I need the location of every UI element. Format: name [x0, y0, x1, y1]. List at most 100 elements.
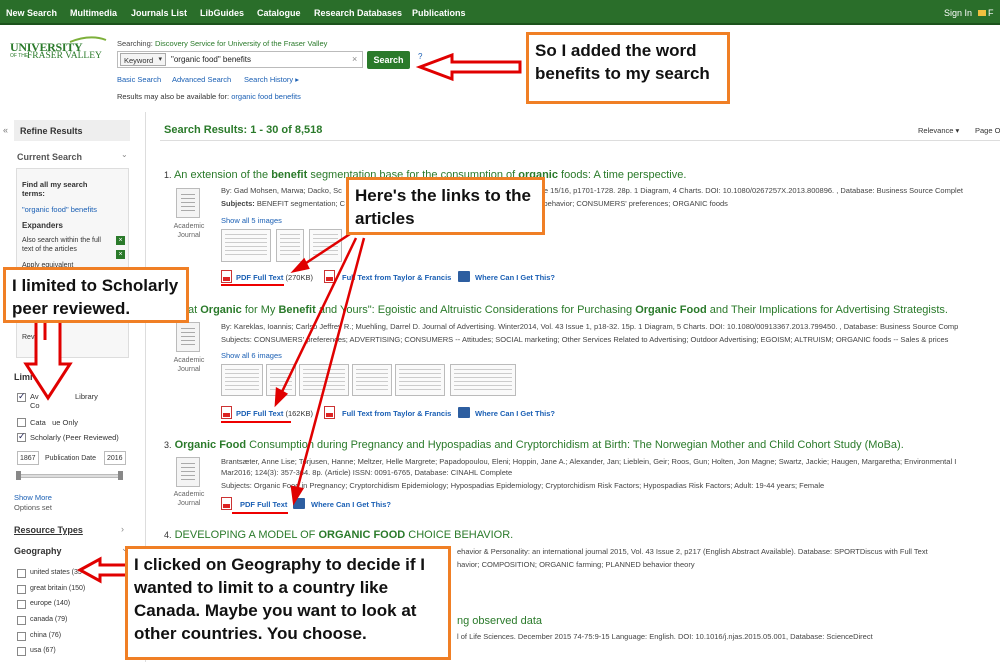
result-1-pdf-link[interactable]: PDF Full Text (270KB) — [236, 273, 313, 282]
geo-checkbox-great-britain[interactable] — [17, 585, 26, 594]
article-image-thumbnail[interactable] — [276, 229, 304, 262]
result-5-meta: l of Life Sciences. December 2015 74-75:… — [457, 632, 873, 641]
result-1-authors: By: Gad Mohsen, Marwa; Dacko, Sc — [221, 186, 342, 195]
search-history-link[interactable]: Search History ▸ — [244, 75, 299, 84]
page-options-dropdown[interactable]: Page O — [975, 126, 1000, 135]
geo-checkbox-usa[interactable] — [17, 647, 26, 656]
article-image-thumbnail[interactable] — [221, 364, 263, 396]
article-image-thumbnail[interactable] — [299, 364, 349, 396]
current-search-term[interactable]: "organic food" benefits — [22, 205, 97, 214]
logo-line-of: OF THE — [10, 53, 29, 59]
where-can-i-get-icon[interactable] — [458, 271, 470, 282]
clear-search-icon[interactable]: × — [352, 54, 357, 64]
geo-checkbox-canada[interactable] — [17, 616, 26, 625]
basic-search-link[interactable]: Basic Search — [117, 75, 161, 84]
pdf-icon[interactable] — [221, 270, 232, 283]
options-set-link[interactable]: Options set — [14, 503, 52, 512]
journal-icon[interactable] — [176, 188, 200, 218]
sign-in-link[interactable]: Sign In — [944, 8, 972, 18]
journal-icon[interactable] — [176, 322, 200, 352]
article-image-thumbnail[interactable] — [450, 364, 516, 396]
where-can-i-get-icon[interactable] — [293, 498, 305, 509]
result-3-subjects: Subjects: Organic Food in Pregnancy; Cry… — [221, 481, 825, 490]
remove-expander-icon[interactable]: × — [116, 236, 125, 245]
limit-available-label: Av — [30, 392, 39, 401]
limit-collection-label: Co — [30, 401, 40, 410]
nav-multimedia[interactable]: Multimedia — [70, 8, 117, 18]
result-2-fulltext-link[interactable]: Full Text from Taylor & Francis — [342, 409, 451, 418]
result-3-authors-2: Mar2016; 124(3): 357-364. 8p. (Article) … — [221, 468, 513, 477]
full-text-checkbox[interactable] — [17, 391, 26, 402]
chevron-right-icon[interactable]: › — [121, 524, 124, 534]
result-4-title[interactable]: 4. DEVELOPING A MODEL OF ORGANIC FOOD CH… — [164, 529, 513, 541]
resource-types-title[interactable]: Resource Types — [14, 525, 83, 535]
pdf-icon[interactable] — [221, 497, 232, 510]
pdf-icon[interactable] — [324, 270, 335, 283]
result-3-pdf-link[interactable]: PDF Full Text — [240, 500, 287, 509]
result-3-title[interactable]: 3. Organic Food Consumption during Pregn… — [164, 439, 904, 451]
pdf-icon[interactable] — [221, 406, 232, 419]
result-1-meta: sue 15/16, p1701-1728. 28p. 1 Diagram, 4… — [536, 186, 963, 195]
show-all-images-link[interactable]: Show all 5 images — [221, 216, 282, 225]
remove-expander-icon[interactable]: × — [116, 250, 125, 259]
nav-publications[interactable]: Publications — [412, 8, 466, 18]
nav-catalogue[interactable]: Catalogue — [257, 8, 301, 18]
find-all-label: Find all my search terms: — [22, 180, 88, 198]
result-1-subjects: Subjects: BENEFIT segmentation; C — [221, 199, 346, 208]
limit-to-title[interactable]: Limi — [14, 372, 33, 382]
result-5-title[interactable]: ng observed data — [457, 615, 542, 627]
geo-checkbox-china[interactable] — [17, 632, 26, 641]
advanced-search-link[interactable]: Advanced Search — [172, 75, 231, 84]
article-image-thumbnail[interactable] — [309, 229, 342, 262]
slider-handle-left[interactable] — [16, 471, 21, 480]
geography-title[interactable]: Geography — [14, 546, 62, 556]
university-logo[interactable]: UNIVERSITY OF THE FRASER VALLEY — [10, 34, 110, 74]
article-image-thumbnail[interactable] — [352, 364, 392, 396]
catalogue-only-checkbox[interactable] — [17, 418, 26, 427]
also-available-link[interactable]: organic food benefits — [231, 92, 301, 101]
geo-label-china: china (76) — [30, 632, 62, 639]
slider-handle-right[interactable] — [118, 471, 123, 480]
search-button[interactable]: Search — [367, 51, 410, 69]
geo-label-usa: usa (67) — [30, 647, 56, 654]
help-icon[interactable]: ? — [418, 52, 422, 61]
searching-source[interactable]: Discovery Service for University of the … — [155, 39, 327, 48]
nav-new-search[interactable]: New Search — [6, 8, 57, 18]
result-type-label: Academic Journal — [173, 357, 205, 373]
pdf-icon[interactable] — [324, 406, 335, 419]
pub-date-slider[interactable] — [17, 474, 123, 478]
result-3-where-link[interactable]: Where Can I Get This? — [311, 500, 391, 509]
result-1-where-link[interactable]: Where Can I Get This? — [475, 273, 555, 282]
revise-fragment[interactable]: Revi — [22, 334, 36, 341]
callout-geography: I clicked on Geography to decide if I wa… — [125, 546, 451, 660]
result-2-where-link[interactable]: Where Can I Get This? — [475, 409, 555, 418]
search-input[interactable]: "organic food" benefits — [171, 55, 251, 64]
folder-link[interactable]: F — [978, 8, 994, 18]
show-all-images-link[interactable]: Show all 6 images — [221, 351, 282, 360]
pub-date-to-input[interactable]: 2016 — [104, 451, 126, 465]
annotation-underline — [221, 284, 284, 286]
result-1-fulltext-link[interactable]: Full Text from Taylor & Francis — [342, 273, 451, 282]
chevron-down-icon[interactable]: ⌄ — [121, 150, 128, 159]
geo-checkbox-united-states[interactable] — [17, 569, 26, 578]
scholarly-checkbox[interactable] — [17, 431, 26, 442]
nav-libguides[interactable]: LibGuides — [200, 8, 244, 18]
geo-label-europe: europe (140) — [30, 600, 71, 607]
current-search-title[interactable]: Current Search — [17, 152, 82, 162]
article-image-thumbnail[interactable] — [221, 229, 271, 262]
limit-library-label: Library — [75, 392, 98, 401]
field-select[interactable]: Keyword ▾ — [120, 53, 166, 66]
nav-research-databases[interactable]: Research Databases — [314, 8, 402, 18]
sort-relevance-dropdown[interactable]: Relevance ▾ — [918, 126, 959, 135]
journal-icon[interactable] — [176, 457, 200, 487]
article-image-thumbnail[interactable] — [395, 364, 445, 396]
result-2-pdf-link[interactable]: PDF Full Text (162KB) — [236, 409, 313, 418]
article-image-thumbnail[interactable] — [266, 364, 296, 396]
nav-journals-list[interactable]: Journals List — [131, 8, 187, 18]
collapse-panel-icon[interactable]: « — [3, 125, 8, 135]
result-2-title[interactable]: at Organic for My Benefit and Yours": Eg… — [188, 304, 948, 316]
pub-date-from-input[interactable]: 1867 — [17, 451, 39, 465]
geo-checkbox-europe[interactable] — [17, 600, 26, 609]
show-more-link[interactable]: Show More — [14, 493, 52, 502]
where-can-i-get-icon[interactable] — [458, 407, 470, 418]
